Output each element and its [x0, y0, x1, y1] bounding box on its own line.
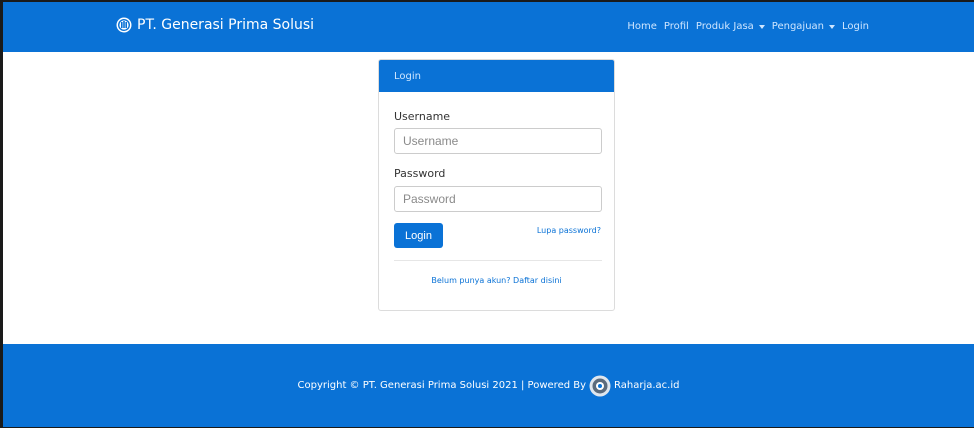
powered-by-link[interactable]: Raharja.ac.id [614, 380, 679, 391]
raharja-logo-icon [589, 375, 611, 396]
navbar: PT. Generasi Prima Solusi Home Profil Pr… [3, 2, 974, 52]
nav-item-produk-jasa[interactable]: Produk Jasa [696, 21, 765, 32]
username-label: Username [394, 110, 451, 123]
register-link[interactable]: Belum punya akun? Daftar disini [379, 276, 614, 285]
nav-item-label: Produk Jasa [695, 21, 754, 32]
login-button[interactable]: Login [394, 223, 443, 248]
password-input[interactable] [394, 186, 602, 212]
caret-down-icon [829, 24, 836, 29]
nav-item-profil[interactable]: Profil [664, 21, 689, 32]
brand-link[interactable]: PT. Generasi Prima Solusi [116, 17, 314, 33]
nav-item-home[interactable]: Home [627, 21, 657, 32]
nav-item-label: Home [627, 21, 657, 32]
caret-down-icon [758, 24, 765, 29]
panel-heading: Login [379, 60, 614, 92]
nav-item-label: Login [842, 21, 869, 32]
company-logo-icon [116, 17, 132, 33]
footer: Copyright © PT. Generasi Prima Solusi 20… [3, 344, 974, 427]
password-label: Password [394, 167, 446, 180]
forgot-password-link[interactable]: Lupa password? [537, 226, 601, 235]
nav-item-pengajuan[interactable]: Pengajuan [771, 21, 836, 32]
brand-name: PT. Generasi Prima Solusi [137, 17, 315, 33]
panel-title: Login [394, 70, 421, 82]
nav-item-login[interactable]: Login [842, 21, 869, 32]
nav-item-label: Profil [663, 21, 689, 32]
footer-copyright: Copyright © PT. Generasi Prima Solusi 20… [297, 380, 587, 391]
nav-menu: Home Profil Produk Jasa Pengajuan Login [620, 21, 869, 32]
divider [394, 260, 602, 261]
login-panel: Login Username Password Login Lupa passw… [378, 59, 615, 311]
nav-item-label: Pengajuan [771, 21, 825, 32]
username-input[interactable] [394, 128, 602, 154]
